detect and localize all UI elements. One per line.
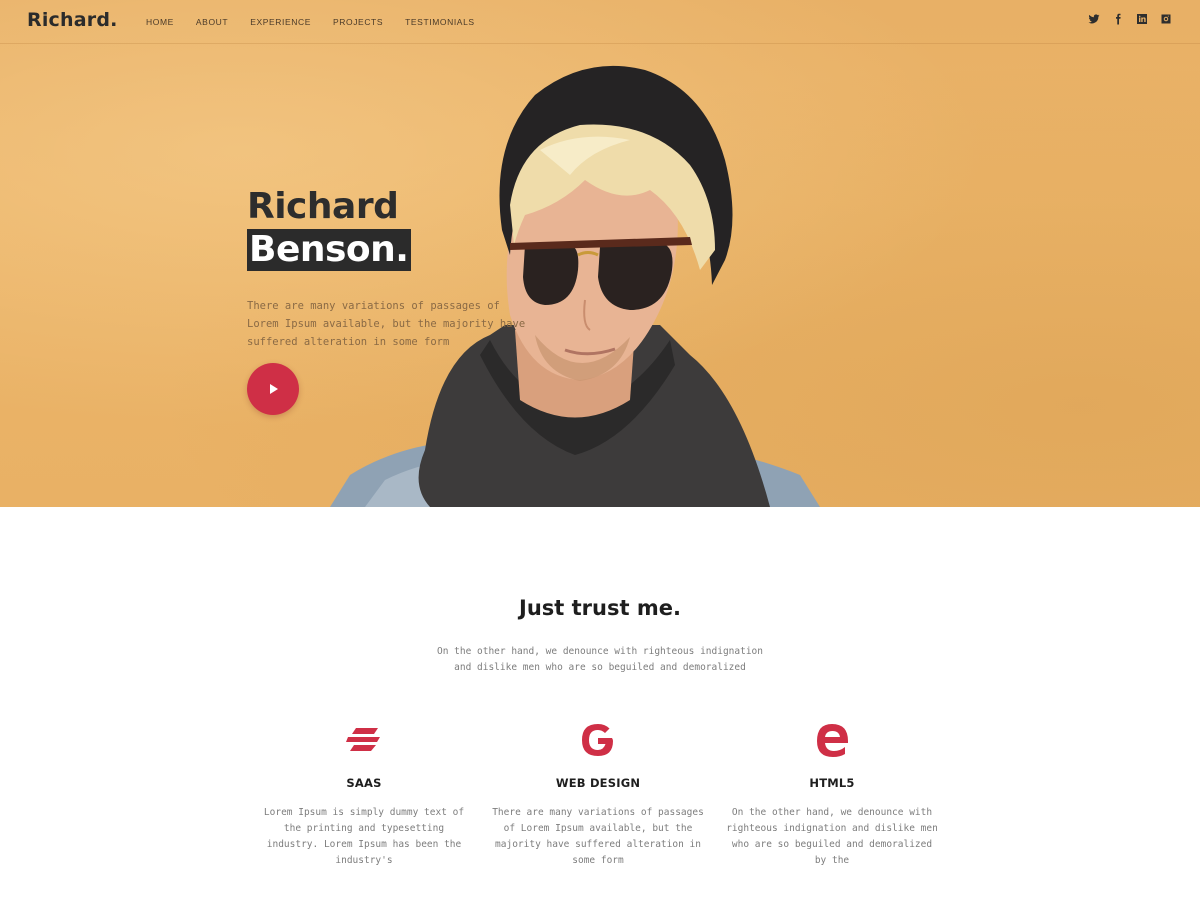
- instagram-icon[interactable]: [1159, 12, 1172, 25]
- saas-icon: [254, 718, 474, 762]
- section-title: Just trust me.: [519, 596, 681, 620]
- feature-title-web-design: WEB DESIGN: [555, 776, 641, 790]
- play-icon: [270, 384, 278, 394]
- google-icon: [488, 718, 708, 762]
- feature-title-saas: SAAS: [346, 776, 382, 790]
- feature-desc-saas: Lorem Ipsum is simply dummy text of the …: [263, 807, 465, 866]
- feature-desc-html5: On the other hand, we denounce with righ…: [726, 807, 938, 866]
- hero-last-name: Benson.: [247, 229, 412, 271]
- edge-icon: [722, 718, 942, 762]
- main-menu: HOME ABOUT EXPERIENCE PROJECTS TESTIMONI…: [146, 17, 497, 27]
- top-navbar: Richard. HOME ABOUT EXPERIENCE PROJECTS …: [0, 0, 1200, 44]
- nav-home[interactable]: HOME: [146, 17, 174, 27]
- feature-card-html5: HTML5 On the other hand, we denounce wit…: [722, 718, 942, 869]
- linkedin-icon[interactable]: [1135, 12, 1148, 25]
- hero-first-name: Richard: [247, 186, 399, 227]
- social-links: [1087, 12, 1172, 25]
- nav-projects[interactable]: PROJECTS: [333, 17, 383, 27]
- nav-testimonials[interactable]: TESTIMONIALS: [405, 17, 475, 27]
- hero-section: Richard. HOME ABOUT EXPERIENCE PROJECTS …: [0, 0, 1200, 507]
- nav-about[interactable]: ABOUT: [196, 17, 228, 27]
- hero-portrait-image: [330, 65, 820, 507]
- twitter-icon[interactable]: [1087, 12, 1100, 25]
- feature-title-html5: HTML5: [809, 776, 855, 790]
- site-logo[interactable]: Richard.: [27, 9, 118, 31]
- feature-card-saas: SAAS Lorem Ipsum is simply dummy text of…: [254, 718, 474, 869]
- nav-experience[interactable]: EXPERIENCE: [250, 17, 311, 27]
- facebook-icon[interactable]: [1111, 12, 1124, 25]
- play-video-button[interactable]: [247, 363, 299, 415]
- feature-card-web-design: WEB DESIGN There are many variations of …: [488, 718, 708, 869]
- feature-desc-web-design: There are many variations of passages of…: [492, 807, 704, 866]
- section-subtitle: On the other hand, we denounce with righ…: [436, 646, 763, 673]
- hero-description: There are many variations of passages of…: [247, 300, 526, 348]
